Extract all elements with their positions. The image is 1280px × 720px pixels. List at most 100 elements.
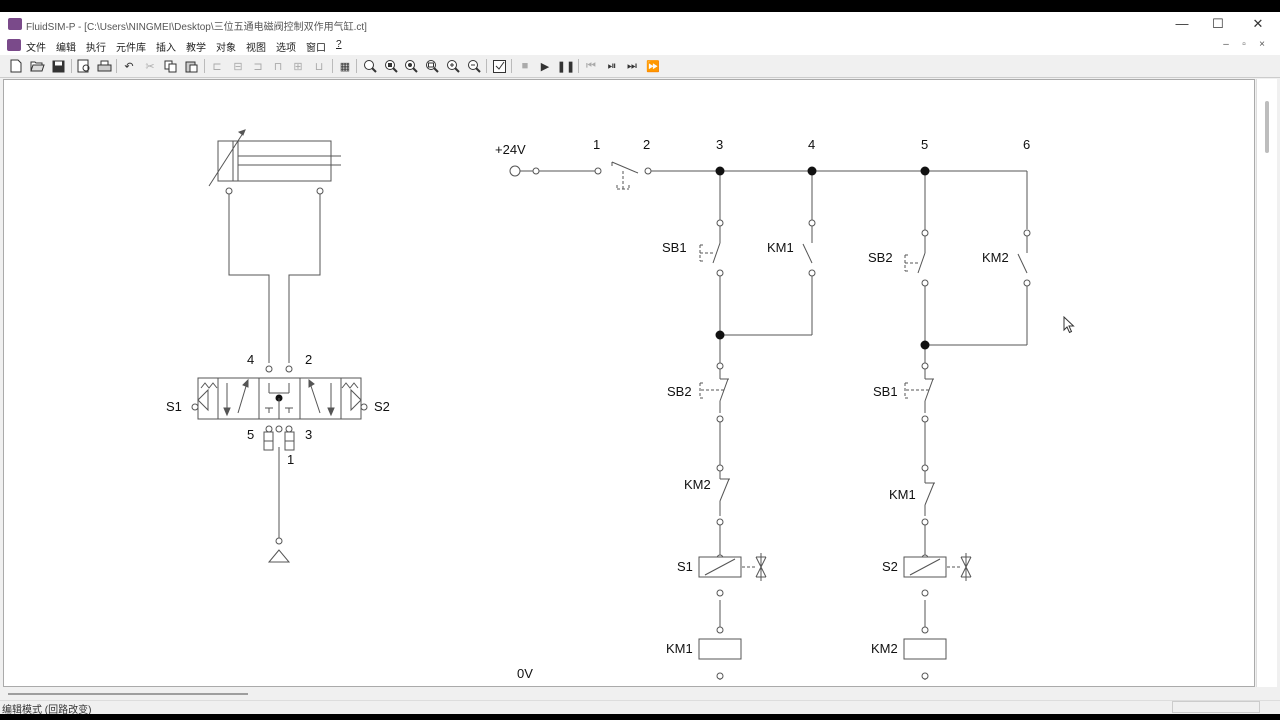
new-file-icon[interactable]: [8, 58, 24, 74]
main-switch[interactable]: [594, 161, 652, 190]
rung2-km2-contact-label: KM2: [982, 250, 1009, 265]
valve-port-4-label: 4: [247, 352, 254, 367]
play-icon[interactable]: ▶: [537, 58, 553, 74]
cut-icon[interactable]: ✂: [142, 58, 158, 74]
check-drawing-icon[interactable]: [491, 58, 507, 74]
grid-icon[interactable]: ▦: [337, 58, 353, 74]
rung1-sb2-label: SB2: [667, 384, 692, 399]
menu-execute[interactable]: 执行: [86, 39, 112, 54]
paste-icon[interactable]: [183, 58, 199, 74]
5-3-solenoid-valve[interactable]: [191, 365, 368, 451]
rung1-km1-coil-label: KM1: [666, 641, 693, 656]
status-mode-text: 编辑模式 (回路改变): [2, 705, 92, 714]
align-right-icon[interactable]: ⊐: [250, 58, 266, 74]
step-icon[interactable]: ⏯: [604, 58, 620, 74]
rung1-stop-button-sb2[interactable]: [699, 362, 729, 423]
print-icon[interactable]: [96, 58, 112, 74]
zoom-in-icon[interactable]: [445, 58, 461, 74]
rung2-stop-button-sb1[interactable]: [904, 362, 934, 423]
zoom-window-icon[interactable]: [383, 58, 399, 74]
rung2-sb1-label: SB1: [873, 384, 898, 399]
rung1-start-button-sb1[interactable]: [699, 219, 724, 277]
align-bottom-icon[interactable]: ⊔: [311, 58, 327, 74]
valve-s1-label: S1: [166, 399, 182, 414]
menu-window[interactable]: 窗口: [306, 39, 332, 54]
rung2-sb2-label: SB2: [868, 250, 893, 265]
rung2-relay-coil-km2[interactable]: [903, 626, 947, 680]
align-top-icon[interactable]: ⊓: [270, 58, 286, 74]
menu-help[interactable]: ?: [336, 39, 348, 54]
zoom-previous-icon[interactable]: [403, 58, 419, 74]
junction-nodes: [715, 166, 930, 350]
node-label-2: 2: [643, 137, 650, 152]
print-preview-icon[interactable]: [76, 58, 92, 74]
menu-edit[interactable]: 编辑: [56, 39, 82, 54]
mdi-close-button[interactable]: ×: [1256, 39, 1268, 50]
vertical-scroll-thumb[interactable]: [1265, 101, 1269, 153]
maximize-button[interactable]: ☐: [1200, 14, 1236, 34]
horizontal-scrollbar[interactable]: [0, 687, 1280, 700]
menu-library[interactable]: 元件库: [116, 39, 152, 54]
rung1-km2-contact-label: KM2: [684, 477, 711, 492]
supply-label: +24V: [495, 142, 526, 157]
copy-icon[interactable]: [162, 58, 178, 74]
node-label-6: 6: [1023, 137, 1030, 152]
air-supply[interactable]: [267, 537, 291, 563]
align-left-icon[interactable]: ⊏: [209, 58, 225, 74]
rung1-interlock-km2[interactable]: [716, 464, 730, 526]
rung2-start-button-sb2[interactable]: [904, 229, 929, 287]
close-button[interactable]: ✕: [1240, 14, 1276, 34]
app-window: FluidSIM-P - [C:\Users\NINGMEI\Desktop\三…: [0, 12, 1280, 714]
menu-insert[interactable]: 插入: [156, 39, 182, 54]
vertical-scrollbar[interactable]: [1256, 79, 1277, 687]
rung1-km1-contact-label: KM1: [767, 240, 794, 255]
mouse-cursor-icon: [1063, 315, 1075, 339]
menu-object[interactable]: 对象: [216, 39, 242, 54]
menu-file[interactable]: 文件: [26, 39, 52, 54]
undo-icon[interactable]: ↶: [121, 58, 137, 74]
rung2-km1-contact-label: KM1: [889, 487, 916, 502]
reset-icon[interactable]: ⏮: [583, 58, 599, 74]
rung2-solenoid-s2[interactable]: [903, 553, 972, 597]
rung1-solenoid-s1[interactable]: [698, 553, 767, 597]
ground-label: 0V: [517, 666, 533, 681]
zoom-all-icon[interactable]: [424, 58, 440, 74]
title-bar: FluidSIM-P - [C:\Users\NINGMEI\Desktop\三…: [0, 12, 1280, 36]
zoom-fit-icon[interactable]: [362, 58, 378, 74]
fast-forward-icon[interactable]: ⏩: [645, 58, 661, 74]
circuit-canvas[interactable]: +24V 0V 1 2 3 4 5 6 SB1 KM1 SB2 KM2 S1 K…: [3, 79, 1255, 687]
rung2-hold-contact-km2[interactable]: [1017, 229, 1031, 287]
rung1-relay-coil-km1[interactable]: [698, 626, 742, 680]
rung2-km2-coil-label: KM2: [871, 641, 898, 656]
menu-didactics[interactable]: 教学: [186, 39, 212, 54]
status-bar: 编辑模式 (回路改变): [0, 700, 1280, 714]
double-acting-cylinder[interactable]: [208, 129, 341, 195]
step-to-state-icon[interactable]: ⏭: [624, 58, 640, 74]
open-folder-icon[interactable]: [29, 58, 45, 74]
rung1-sb1-label: SB1: [662, 240, 687, 255]
rung1-hold-contact-km1[interactable]: [802, 219, 816, 277]
align-center-icon[interactable]: ⊟: [230, 58, 246, 74]
document-icon[interactable]: [7, 39, 21, 51]
node-label-5: 5: [921, 137, 928, 152]
stop-icon[interactable]: ■: [517, 58, 533, 74]
rung1-s1-label: S1: [677, 559, 693, 574]
rung2-interlock-km1[interactable]: [921, 464, 935, 526]
horizontal-scroll-thumb[interactable]: [8, 693, 248, 695]
node-label-3: 3: [716, 137, 723, 152]
pause-icon[interactable]: ❚❚: [557, 58, 575, 74]
minimize-button[interactable]: —: [1164, 14, 1200, 34]
mdi-minimize-button[interactable]: –: [1220, 39, 1232, 50]
node-label-1: 1: [593, 137, 600, 152]
node-label-4: 4: [808, 137, 815, 152]
menu-view[interactable]: 视图: [246, 39, 272, 54]
align-middle-icon[interactable]: ⊞: [290, 58, 306, 74]
save-icon[interactable]: [50, 58, 66, 74]
menu-options[interactable]: 选项: [276, 39, 302, 54]
window-title: FluidSIM-P - [C:\Users\NINGMEI\Desktop\三…: [26, 22, 367, 33]
status-panel: [1172, 701, 1260, 713]
valve-port-2-label: 2: [305, 352, 312, 367]
mdi-restore-button[interactable]: ▫: [1238, 39, 1250, 50]
valve-port-5-label: 5: [247, 427, 254, 442]
zoom-out-icon[interactable]: [466, 58, 482, 74]
